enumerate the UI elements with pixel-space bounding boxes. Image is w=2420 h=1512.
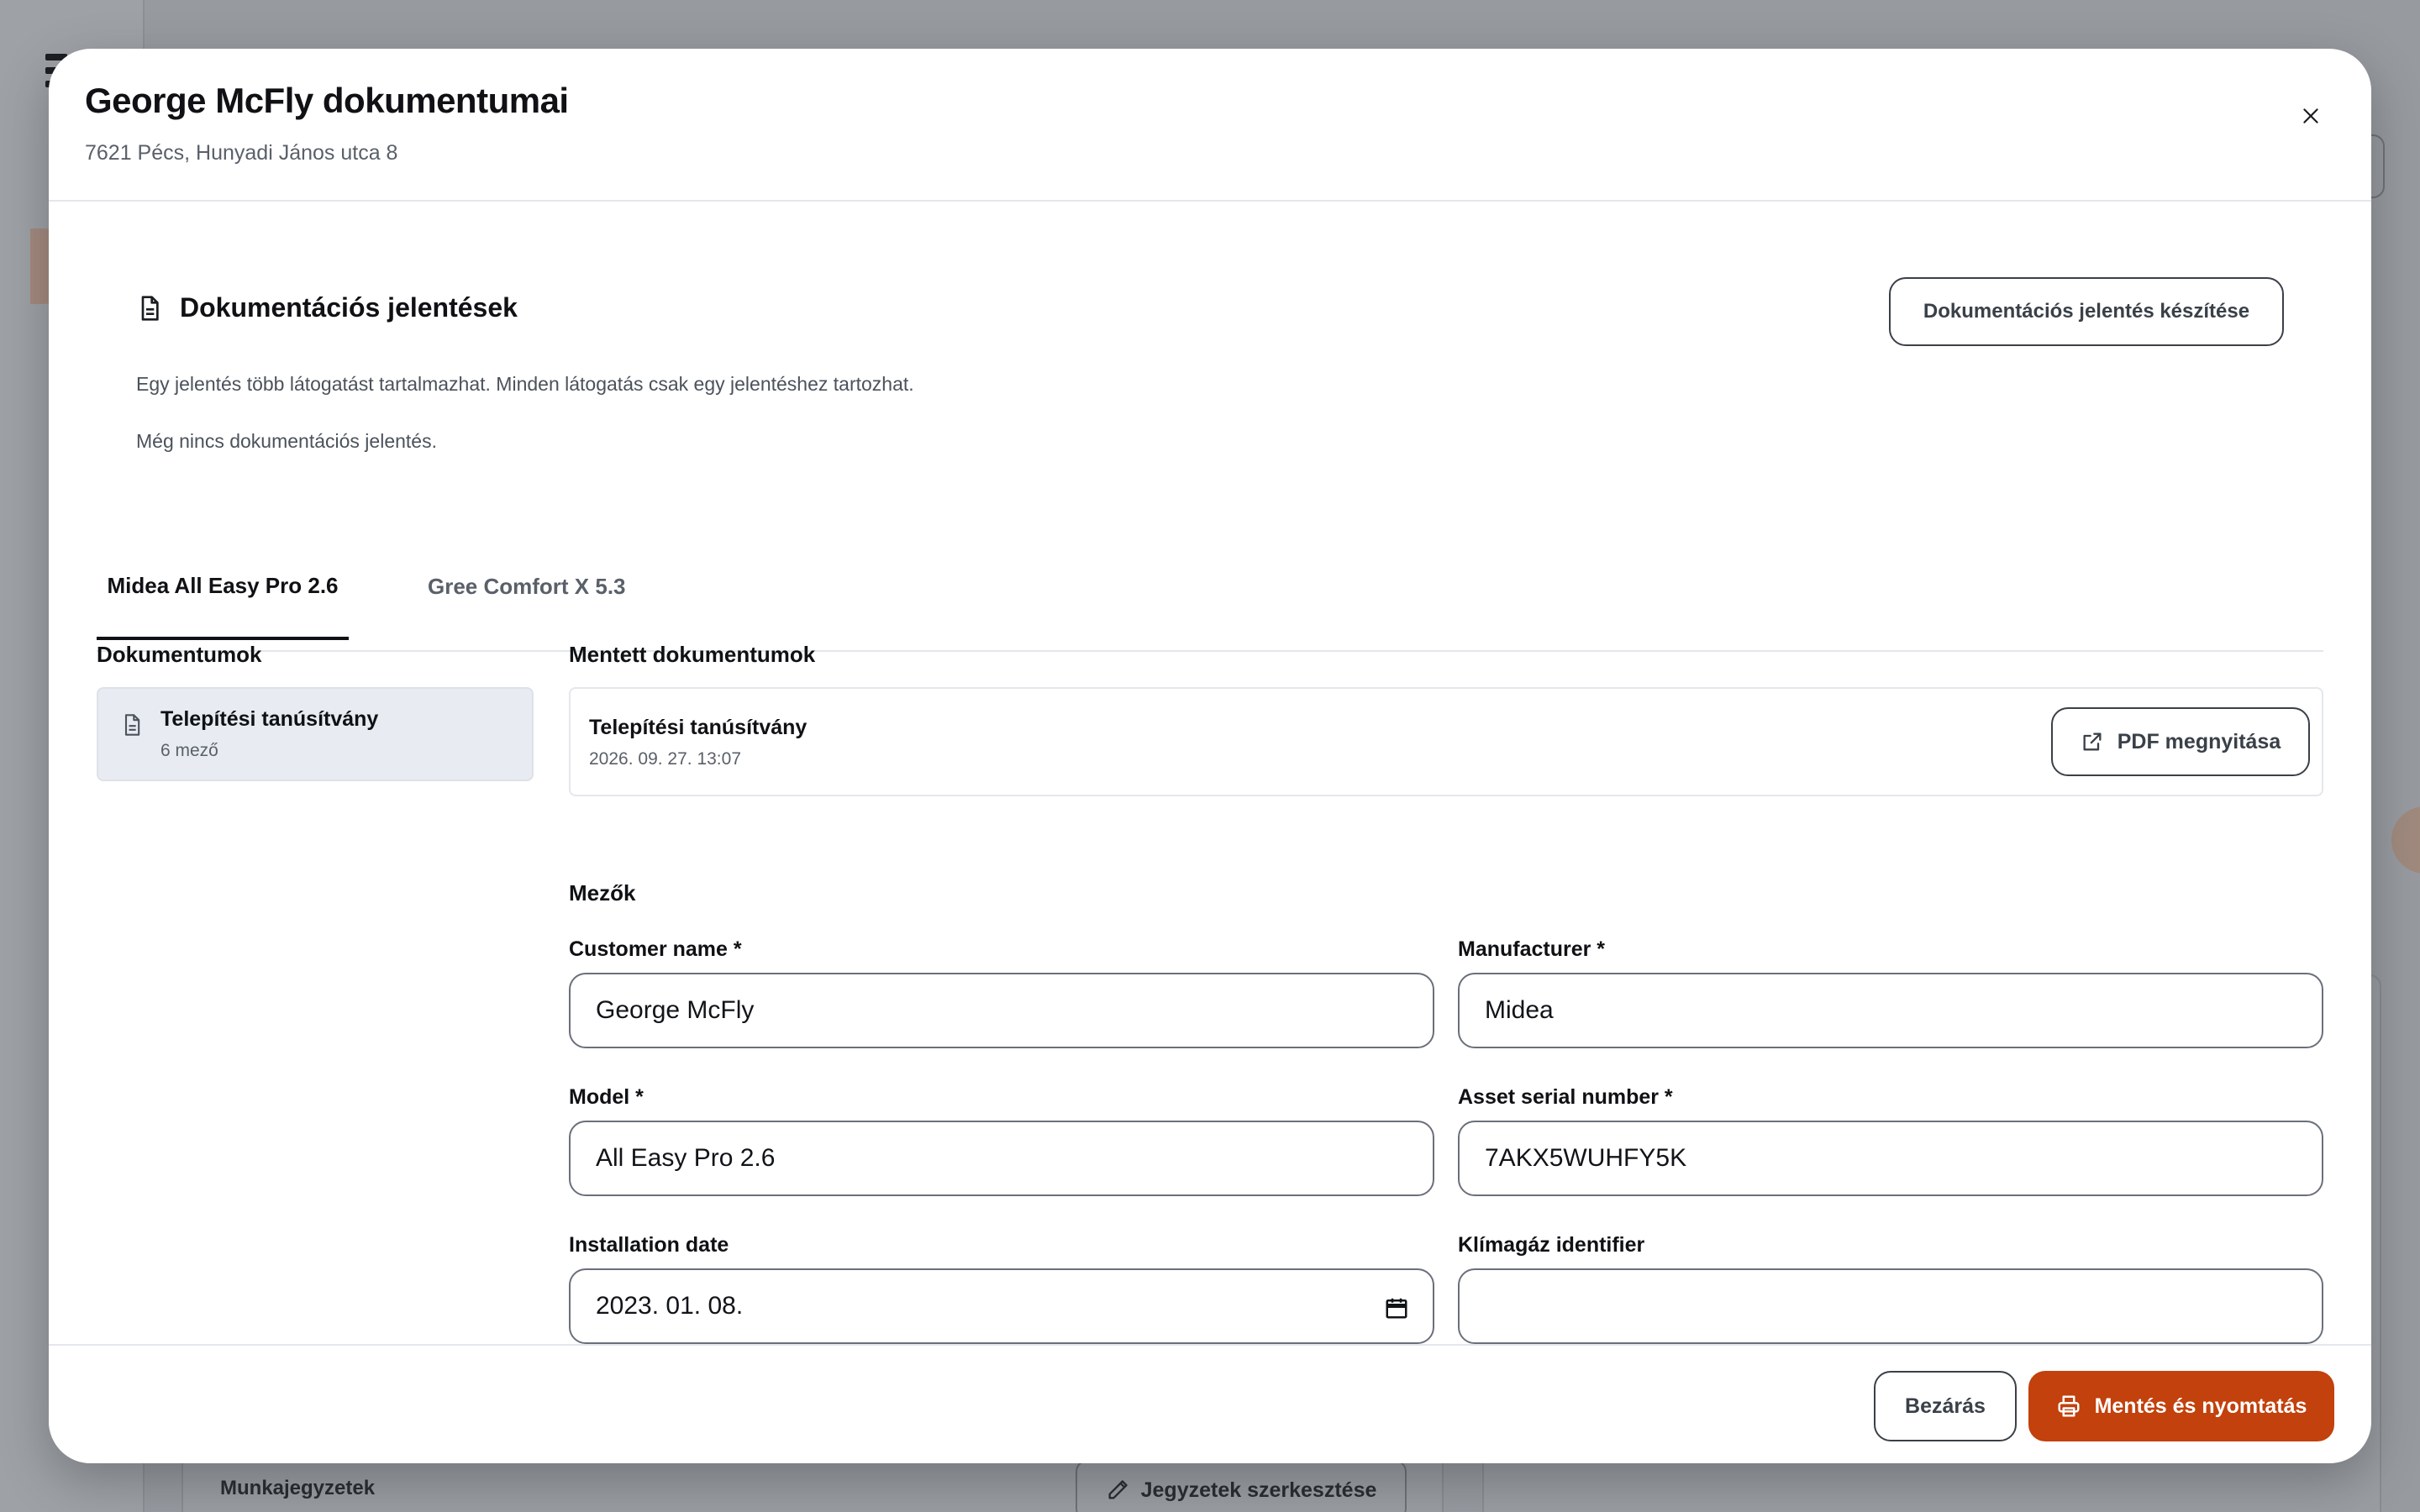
document-list-item[interactable]: Telepítési tanúsítvány 6 mező	[97, 687, 534, 781]
documents-modal: George McFly dokumentumai 7621 Pécs, Hun…	[49, 49, 2371, 1463]
asset-serial-input[interactable]: 7AKX5WUHFY5K	[1458, 1121, 2323, 1196]
tab-gree[interactable]: Gree Comfort X 5.3	[428, 534, 626, 638]
save-and-print-label: Mentés és nyomtatás	[2094, 1394, 2307, 1418]
manufacturer-input[interactable]: Midea	[1458, 973, 2323, 1048]
document-item-title: Telepítési tanúsítvány	[160, 707, 379, 731]
save-and-print-button[interactable]: Mentés és nyomtatás	[2028, 1371, 2334, 1441]
device-tabs: Midea All Easy Pro 2.6 Gree Comfort X 5.…	[97, 534, 2323, 652]
modal-subtitle: 7621 Pécs, Hunyadi János utca 8	[85, 141, 398, 165]
manufacturer-label: Manufacturer *	[1458, 937, 1606, 961]
close-button[interactable]	[2287, 92, 2334, 139]
klimagaz-input[interactable]	[1458, 1268, 2323, 1344]
saved-document-date: 2026. 09. 27. 13:07	[589, 749, 741, 769]
calendar-icon[interactable]	[1384, 1295, 1409, 1320]
installation-date-label: Installation date	[569, 1233, 729, 1257]
klimagaz-label: Klímagáz identifier	[1458, 1233, 1645, 1257]
reports-empty-state: Még nincs dokumentációs jelentés.	[136, 430, 437, 452]
file-icon	[124, 714, 140, 736]
background-edit-notes-label: Jegyzetek szerkesztése	[1140, 1478, 1377, 1502]
installation-date-value: 2023. 01. 08.	[596, 1292, 744, 1320]
open-pdf-button[interactable]: PDF megnyitása	[2051, 707, 2310, 776]
model-label: Model *	[569, 1085, 644, 1109]
tab-midea[interactable]: Midea All Easy Pro 2.6	[97, 534, 349, 640]
background-edit-notes-button: Jegyzetek szerkesztése	[1076, 1460, 1407, 1512]
create-report-button[interactable]: Dokumentációs jelentés készítése	[1889, 277, 2284, 346]
printer-icon	[2058, 1395, 2080, 1417]
close-icon	[2303, 108, 2318, 123]
saved-document-card: Telepítési tanúsítvány 2026. 09. 27. 13:…	[569, 687, 2323, 796]
installation-date-input[interactable]: 2023. 01. 08.	[569, 1268, 1434, 1344]
reports-heading: Dokumentációs jelentések	[136, 292, 518, 323]
modal-header: George McFly dokumentumai 7621 Pécs, Hun…	[49, 49, 2371, 202]
saved-document-title: Telepítési tanúsítvány	[589, 716, 808, 739]
saved-documents-label: Mentett dokumentumok	[569, 642, 816, 667]
fields-label: Mezők	[569, 880, 636, 906]
background-notes-label: Munkajegyzetek	[220, 1477, 376, 1499]
modal-footer: Bezárás Mentés és nyomtatás	[49, 1344, 2371, 1463]
model-input[interactable]: All Easy Pro 2.6	[569, 1121, 1434, 1196]
asset-serial-label: Asset serial number *	[1458, 1085, 1673, 1109]
open-pdf-label: PDF megnyitása	[2117, 729, 2281, 753]
reports-title: Dokumentációs jelentések	[180, 292, 518, 323]
close-footer-button[interactable]: Bezárás	[1874, 1371, 2017, 1441]
reports-description: Egy jelentés több látogatást tartalmazha…	[136, 373, 914, 395]
customer-name-label: Customer name *	[569, 937, 742, 961]
modal-title: George McFly dokumentumai	[85, 81, 569, 120]
customer-name-input[interactable]: George McFly	[569, 973, 1434, 1048]
background-accent-shape	[2391, 806, 2420, 874]
external-link-icon	[2083, 732, 2102, 751]
document-icon	[141, 295, 159, 321]
document-item-subtitle: 6 mező	[160, 741, 218, 760]
documents-label: Dokumentumok	[97, 642, 262, 667]
pencil-icon	[1108, 1480, 1128, 1499]
